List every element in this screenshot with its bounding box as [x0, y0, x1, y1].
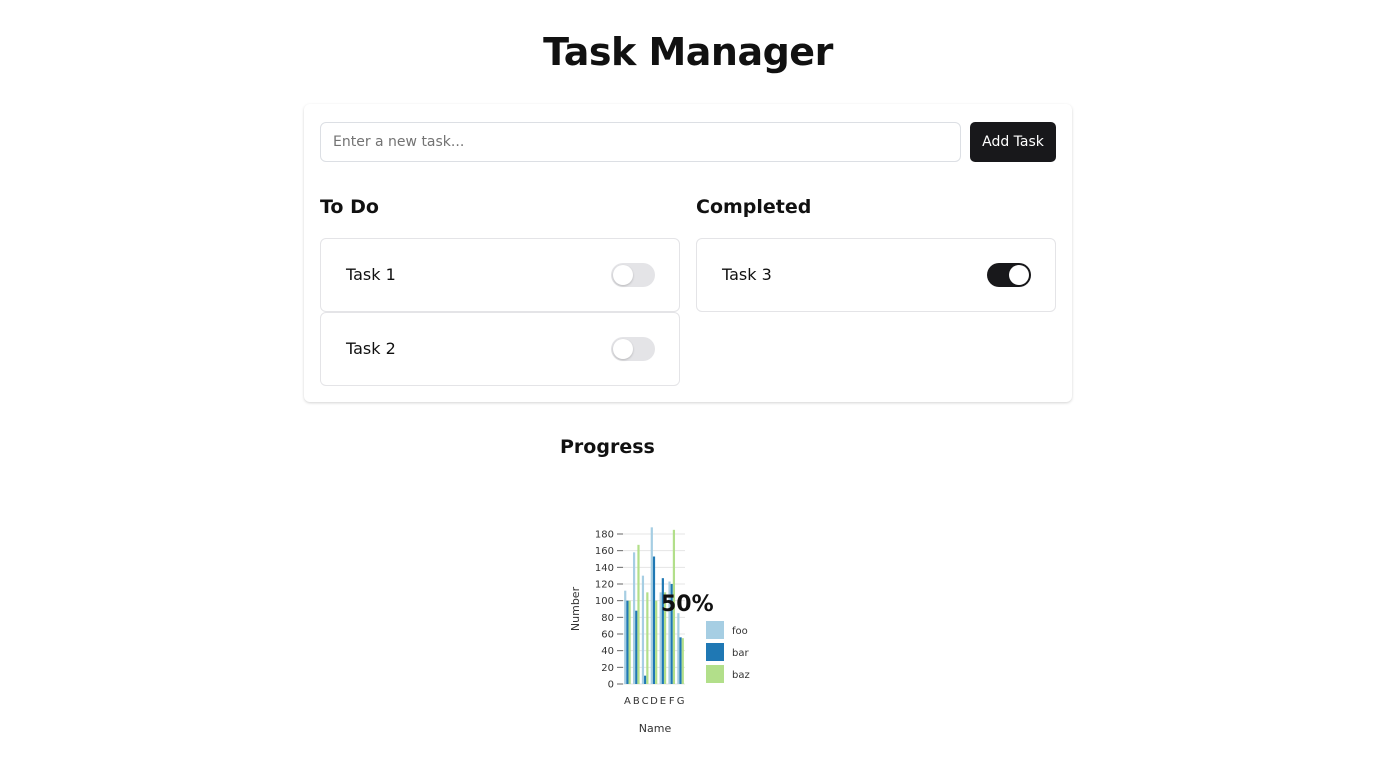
progress-bar-chart: 0 20 40 60 80 100 120 140 160 180 A B C D E F G Name Numbe… [569, 527, 750, 735]
task-label: Task 1 [346, 265, 396, 284]
todo-column-title: To Do [320, 196, 379, 218]
y-tick-label: 140 [595, 563, 614, 574]
x-tick-label: F [669, 696, 675, 707]
bar-foo-C [641, 575, 645, 684]
task-item-3: Task 3 [696, 238, 1056, 312]
legend-label-baz: baz [732, 670, 750, 681]
add-task-button[interactable]: Add Task [970, 122, 1056, 162]
y-tick-label: 120 [595, 580, 614, 591]
x-tick-label: B [633, 696, 640, 707]
bar-foo-A [624, 590, 627, 684]
legend-swatch-bar [706, 643, 724, 661]
bar-foo-D [650, 527, 653, 684]
legend-swatch-baz [706, 665, 724, 683]
task-complete-toggle[interactable] [987, 263, 1031, 287]
bar-bar-G [679, 637, 682, 684]
x-tick-label: C [642, 696, 649, 707]
task-card: Add Task To Do Completed Task 1 Task 2 T… [304, 104, 1072, 402]
y-tick-label: 20 [601, 663, 614, 674]
y-tick-label: 80 [601, 613, 614, 624]
bar-bar-A [626, 600, 629, 684]
bar-bar-C [644, 675, 647, 684]
y-tick-label: 60 [601, 630, 614, 641]
task-item-1: Task 1 [320, 238, 680, 312]
bar-bar-D [652, 556, 656, 684]
task-label: Task 3 [722, 265, 772, 284]
bar-baz-G [681, 638, 684, 684]
y-tick-label: 180 [595, 530, 614, 541]
y-tick-label: 40 [601, 646, 614, 657]
bar-baz-C [646, 592, 649, 684]
bar-baz-B [637, 544, 640, 684]
page-title: Task Manager [543, 30, 833, 74]
x-tick-label: E [660, 696, 666, 707]
y-axis-title: Number [569, 586, 582, 631]
bar-bar-B [635, 610, 638, 684]
task-label: Task 2 [346, 339, 396, 358]
completed-column-title: Completed [696, 196, 812, 218]
y-tick-label: 0 [608, 680, 614, 691]
new-task-input[interactable] [320, 122, 961, 162]
y-tick-label: 100 [595, 596, 614, 607]
y-tick-label: 160 [595, 546, 614, 557]
legend-swatch-foo [706, 621, 724, 639]
toggle-knob [613, 265, 633, 285]
task-complete-toggle[interactable] [611, 263, 655, 287]
progress-percent-label: 50% [661, 592, 714, 617]
bar-foo-G [677, 613, 680, 684]
x-tick-label: D [650, 696, 658, 707]
x-axis-title: Name [639, 722, 672, 735]
bar-foo-B [632, 552, 636, 684]
toggle-knob [613, 339, 633, 359]
toggle-knob [1009, 265, 1029, 285]
bar-baz-D [655, 600, 658, 684]
legend-label-bar: bar [732, 648, 749, 659]
x-tick-label: A [624, 696, 631, 707]
x-tick-label: G [677, 696, 685, 707]
progress-title: Progress [560, 436, 655, 458]
legend-label-foo: foo [732, 626, 748, 637]
task-complete-toggle[interactable] [611, 337, 655, 361]
bar-baz-A [628, 600, 631, 684]
task-item-2: Task 2 [320, 312, 680, 386]
